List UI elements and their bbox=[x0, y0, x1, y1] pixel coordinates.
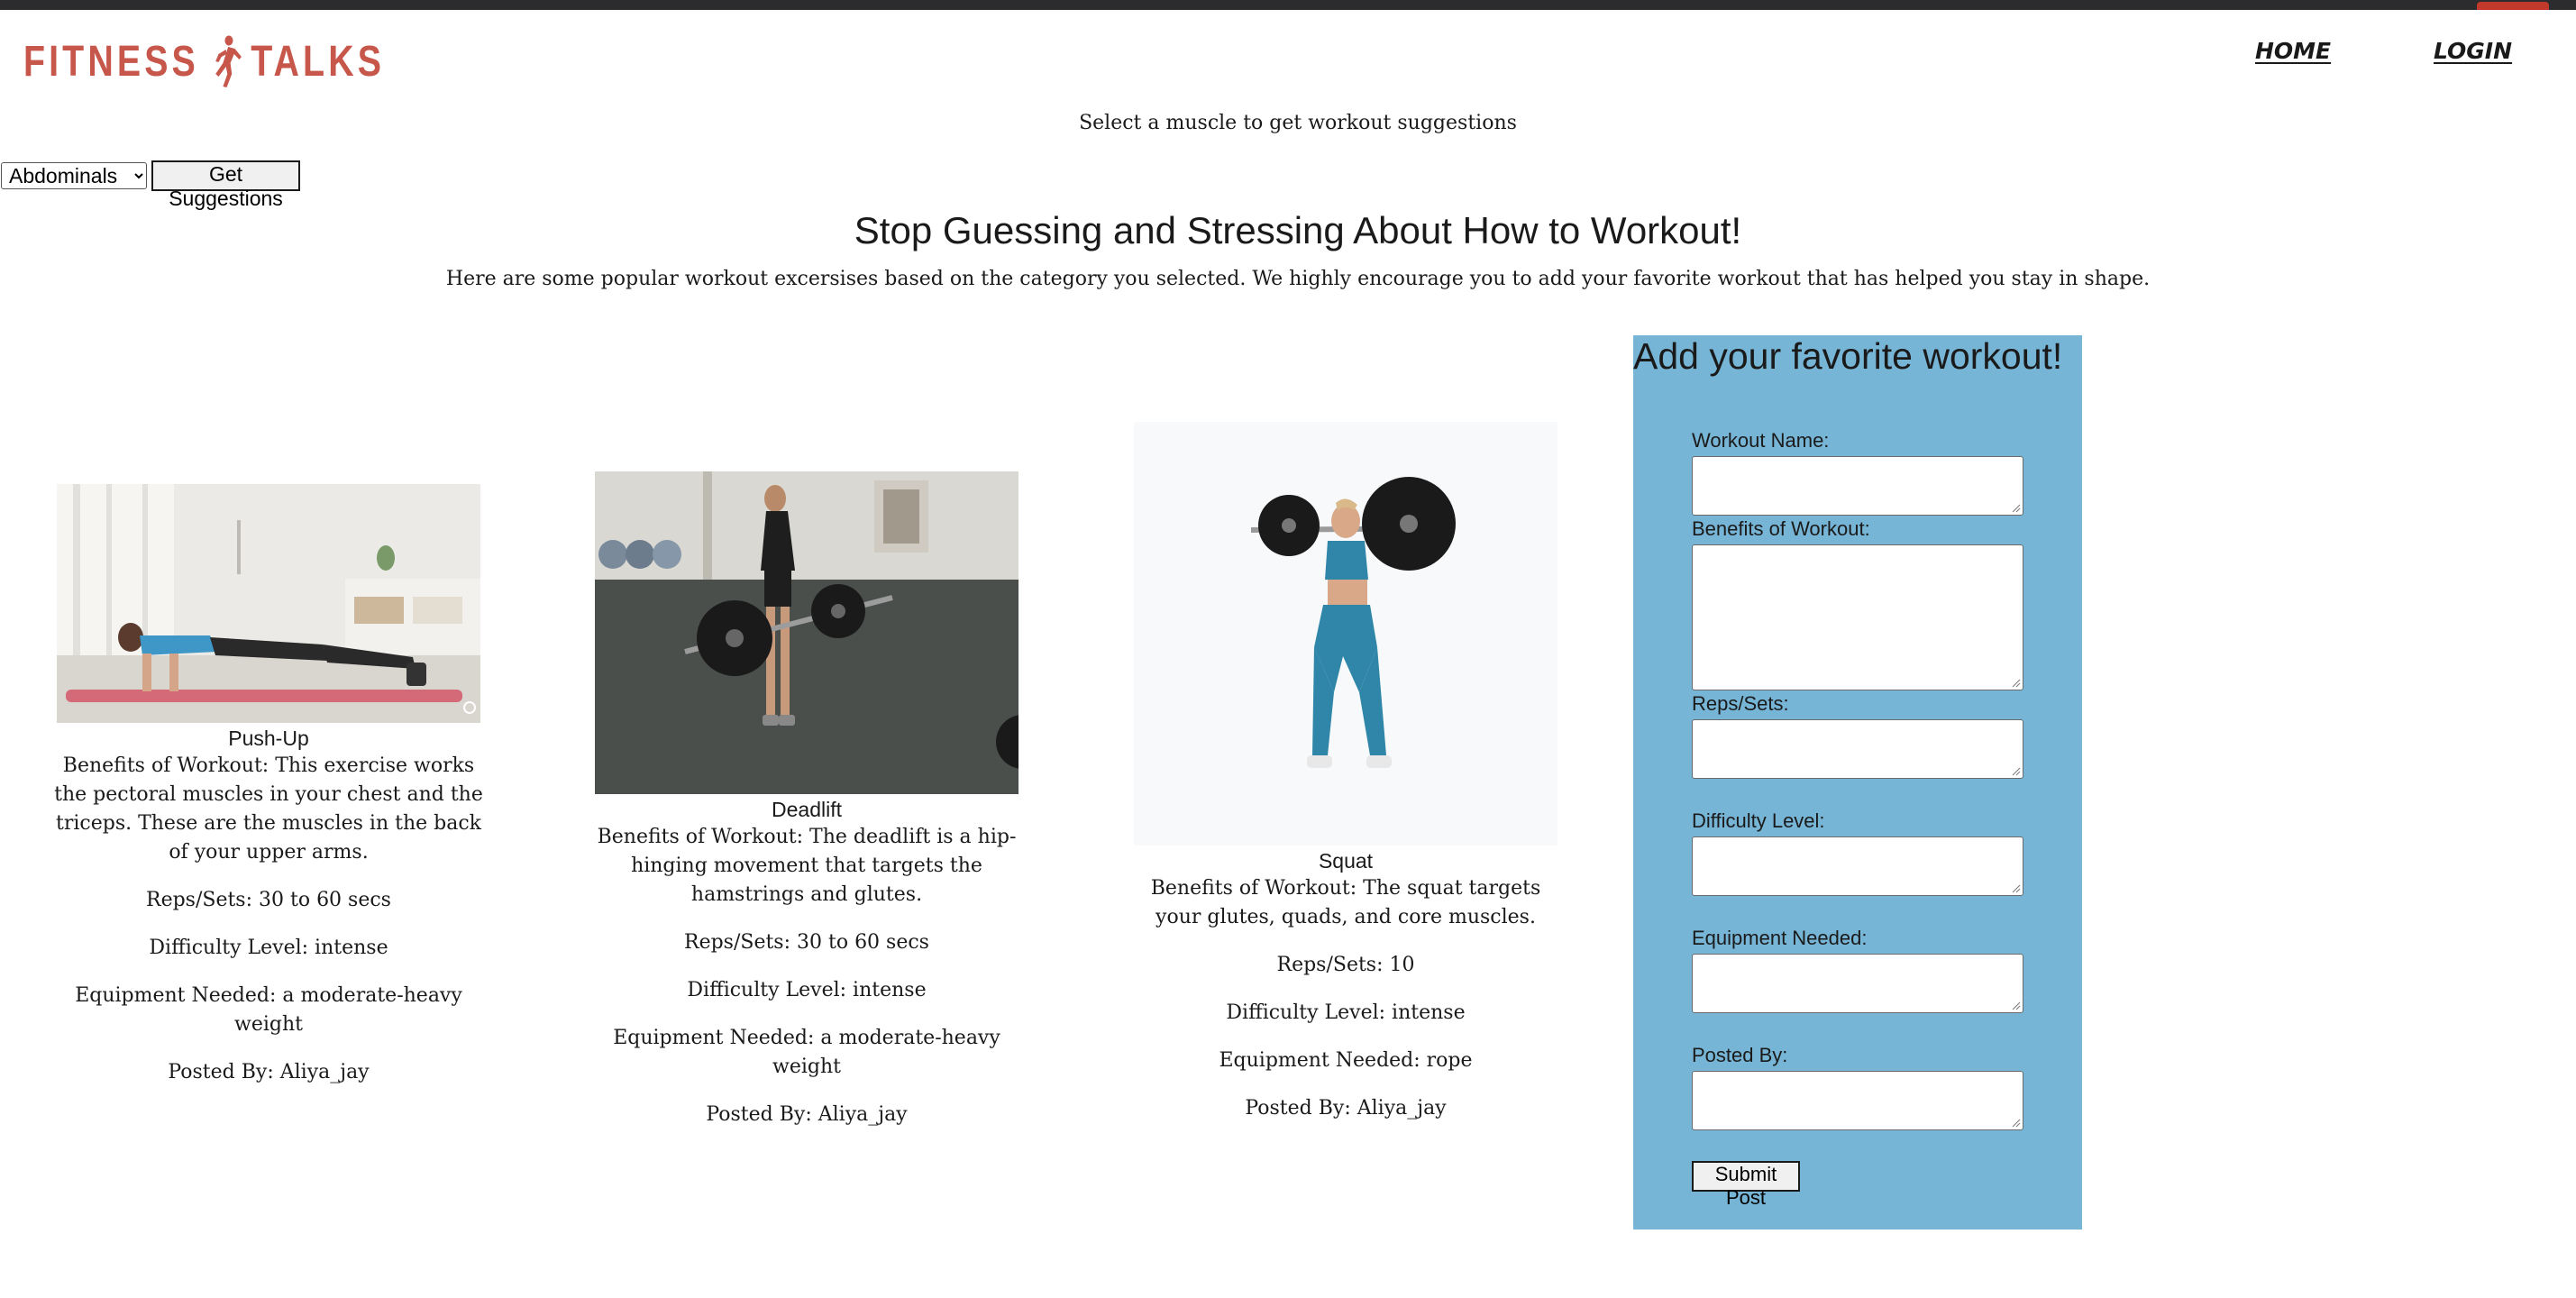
reps-sets-label: Reps/Sets: bbox=[1692, 692, 1789, 715]
add-workout-form: Add your favorite workout! Workout Name:… bbox=[1633, 335, 2082, 1229]
workout-card-push-up: Push-Up Benefits of Workout: This exerci… bbox=[52, 484, 485, 1087]
page-headline: Stop Guessing and Stressing About How to… bbox=[854, 209, 1742, 251]
posted-by-field[interactable] bbox=[1692, 1071, 2023, 1130]
resize-grip-icon[interactable] bbox=[2012, 1001, 2021, 1010]
workout-benefits: Benefits of Workout: This exercise works… bbox=[54, 754, 483, 864]
benefits-label: Benefits of Workout: bbox=[1692, 517, 1870, 540]
workout-benefits: Benefits of Workout: The squat targets y… bbox=[1150, 877, 1541, 928]
workout-benefits: Benefits of Workout: The deadlift is a h… bbox=[597, 826, 1017, 906]
get-suggestions-button[interactable]: Get Suggestions bbox=[151, 160, 300, 210]
workout-posted-by: Posted By: Aliya_jay bbox=[1245, 1097, 1447, 1120]
difficulty-level-label: Difficulty Level: bbox=[1692, 809, 1825, 832]
squat-image bbox=[1134, 422, 1557, 846]
site-logo[interactable]: FITNESS TALKS bbox=[23, 34, 385, 88]
workout-equipment: Equipment Needed: rope bbox=[1219, 1049, 1473, 1072]
workout-difficulty: Difficulty Level: intense bbox=[149, 937, 388, 959]
deadlift-image bbox=[595, 471, 1019, 794]
nav-home-link[interactable]: HOME bbox=[2255, 38, 2331, 64]
workout-name: Deadlift bbox=[772, 798, 842, 821]
push-up-image bbox=[57, 484, 480, 723]
resize-grip-icon[interactable] bbox=[2012, 1119, 2021, 1128]
intro-text: Here are some popular workout excersises… bbox=[445, 268, 2151, 290]
equipment-needed-label: Equipment Needed: bbox=[1692, 927, 1868, 949]
workout-name: Squat bbox=[1318, 849, 1374, 873]
muscle-select[interactable]: Abdominals bbox=[1, 162, 147, 189]
equipment-needed-field[interactable] bbox=[1692, 954, 2023, 1013]
resize-grip-icon[interactable] bbox=[2012, 504, 2021, 513]
logo-text-talks: TALKS bbox=[251, 37, 386, 86]
logo-text-fitness: FITNESS bbox=[23, 37, 199, 86]
benefits-field[interactable] bbox=[1692, 544, 2023, 690]
workout-equipment: Equipment Needed: a moderate-heavy weigh… bbox=[613, 1027, 1000, 1078]
workout-posted-by: Posted By: Aliya_jay bbox=[706, 1103, 908, 1126]
workout-posted-by: Posted By: Aliya_jay bbox=[168, 1061, 370, 1083]
posted-by-label: Posted By: bbox=[1692, 1044, 1788, 1066]
form-title: Add your favorite workout! bbox=[1633, 335, 2063, 377]
resize-grip-icon[interactable] bbox=[2012, 679, 2021, 688]
workout-difficulty: Difficulty Level: intense bbox=[687, 979, 927, 1001]
nav-login-link[interactable]: LOGIN bbox=[2434, 38, 2512, 64]
workout-reps: Reps/Sets: 10 bbox=[1276, 954, 1415, 976]
workout-card-squat: Squat Benefits of Workout: The squat tar… bbox=[1129, 422, 1562, 1123]
muscle-select-prompt: Select a muscle to get workout suggestio… bbox=[1079, 112, 1517, 134]
difficulty-level-field[interactable] bbox=[1692, 836, 2023, 896]
submit-post-button[interactable]: Submit Post bbox=[1692, 1161, 1800, 1209]
resize-grip-icon[interactable] bbox=[2012, 767, 2021, 776]
browser-top-bar bbox=[0, 0, 2576, 10]
resize-grip-icon[interactable] bbox=[2012, 884, 2021, 893]
runner-icon bbox=[215, 35, 242, 87]
top-bar-accent bbox=[2477, 2, 2549, 10]
reps-sets-field[interactable] bbox=[1692, 719, 2023, 779]
workout-equipment: Equipment Needed: a moderate-heavy weigh… bbox=[75, 984, 462, 1036]
workout-difficulty: Difficulty Level: intense bbox=[1226, 1001, 1466, 1024]
workout-reps: Reps/Sets: 30 to 60 secs bbox=[684, 931, 929, 954]
workout-name: Push-Up bbox=[228, 727, 309, 750]
workout-name-field[interactable] bbox=[1692, 456, 2023, 516]
workout-reps: Reps/Sets: 30 to 60 secs bbox=[146, 889, 391, 911]
workout-card-deadlift: Deadlift Benefits of Workout: The deadli… bbox=[590, 471, 1023, 1129]
workout-name-label: Workout Name: bbox=[1692, 429, 1830, 452]
